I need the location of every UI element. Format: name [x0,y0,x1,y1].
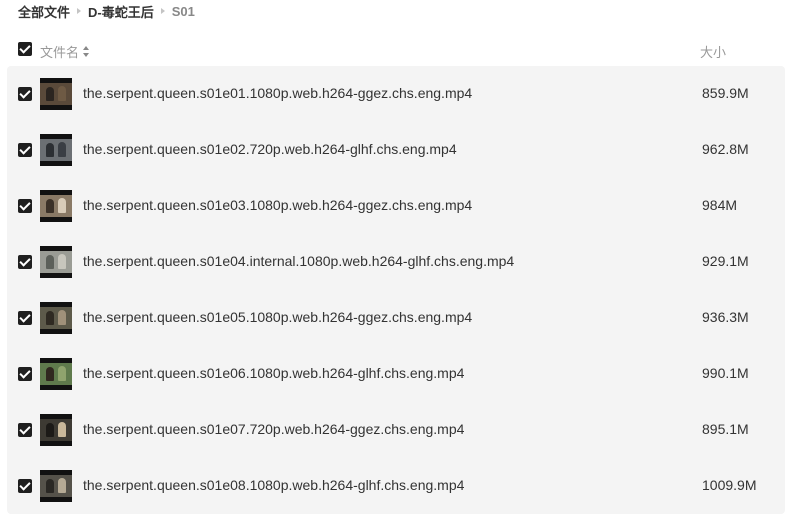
sort-icon [83,46,90,57]
check-icon [19,311,31,323]
breadcrumb-current: S01 [171,3,195,19]
thumbnail-figure [46,367,54,381]
file-row[interactable]: the.serpent.queen.s01e01.1080p.web.h264-… [7,66,785,122]
thumbnail-figure [58,198,66,213]
file-name[interactable]: the.serpent.queen.s01e06.1080p.web.h264-… [83,365,464,381]
file-checkbox[interactable] [18,479,32,493]
check-icon [19,423,31,435]
thumbnail-figure [46,255,54,269]
video-thumbnail [40,358,72,390]
check-icon [19,87,31,99]
thumbnail-figure [58,366,66,381]
check-icon [19,42,31,54]
file-name[interactable]: the.serpent.queen.s01e03.1080p.web.h264-… [83,197,472,213]
file-row[interactable]: the.serpent.queen.s01e06.1080p.web.h264-… [7,346,785,402]
thumbnail-frame [40,195,72,217]
thumbnail-figure [58,478,66,493]
thumbnail-frame [40,139,72,161]
thumbnail-frame [40,475,72,497]
file-list: the.serpent.queen.s01e01.1080p.web.h264-… [7,66,785,514]
file-row[interactable]: the.serpent.queen.s01e04.internal.1080p.… [7,234,785,290]
breadcrumb-folder[interactable]: D-毒蛇王后 [88,2,154,21]
thumbnail-figure [46,479,54,493]
file-size: 1009.9M [702,477,757,493]
file-checkbox[interactable] [18,423,32,437]
thumbnail-figure [58,86,66,101]
file-name[interactable]: the.serpent.queen.s01e07.720p.web.h264-g… [83,421,464,437]
thumbnail-frame [40,419,72,441]
file-checkbox[interactable] [18,367,32,381]
thumbnail-figure [58,142,66,157]
thumbnail-figure [46,199,54,213]
breadcrumb: 全部文件 D-毒蛇王后 S01 [18,2,195,20]
file-size: 895.1M [702,421,749,437]
breadcrumb-separator-icon [160,8,165,14]
thumbnail-figure [58,254,66,269]
file-name[interactable]: the.serpent.queen.s01e08.1080p.web.h264-… [83,477,464,493]
file-size: 936.3M [702,309,749,325]
thumbnail-frame [40,363,72,385]
file-checkbox[interactable] [18,87,32,101]
video-thumbnail [40,246,72,278]
video-thumbnail [40,302,72,334]
thumbnail-figure [46,311,54,325]
video-thumbnail [40,78,72,110]
file-checkbox[interactable] [18,311,32,325]
thumbnail-frame [40,251,72,273]
check-icon [19,199,31,211]
file-size: 984M [702,197,738,213]
file-row[interactable]: the.serpent.queen.s01e05.1080p.web.h264-… [7,290,785,346]
thumbnail-figure [58,422,66,437]
thumbnail-frame [40,307,72,329]
name-column-header: 文件名 [40,45,80,60]
thumbnail-figure [46,423,54,437]
select-all-checkbox[interactable] [18,42,32,56]
check-icon [19,143,31,155]
file-size: 962.8M [702,141,749,157]
file-row[interactable]: the.serpent.queen.s01e07.720p.web.h264-g… [7,402,785,458]
file-size: 859.9M [702,85,749,101]
check-icon [19,479,31,491]
thumbnail-frame [40,83,72,105]
file-checkbox[interactable] [18,199,32,213]
breadcrumb-all-files[interactable]: 全部文件 [18,2,70,21]
file-checkbox[interactable] [18,255,32,269]
thumbnail-figure [46,87,54,101]
check-icon [19,255,31,267]
file-name[interactable]: the.serpent.queen.s01e04.internal.1080p.… [83,253,514,269]
file-name[interactable]: the.serpent.queen.s01e05.1080p.web.h264-… [83,309,472,325]
video-thumbnail [40,470,72,502]
video-thumbnail [40,190,72,222]
file-list-header: 文件名 大小 [0,38,785,62]
file-size: 929.1M [702,253,749,269]
size-column-header[interactable]: 大小 [700,42,726,61]
file-size: 990.1M [702,365,749,381]
video-thumbnail [40,134,72,166]
file-checkbox[interactable] [18,143,32,157]
file-row[interactable]: the.serpent.queen.s01e08.1080p.web.h264-… [7,458,785,514]
file-row[interactable]: the.serpent.queen.s01e02.720p.web.h264-g… [7,122,785,178]
file-name[interactable]: the.serpent.queen.s01e01.1080p.web.h264-… [83,85,472,101]
check-icon [19,367,31,379]
file-row[interactable]: the.serpent.queen.s01e03.1080p.web.h264-… [7,178,785,234]
file-name[interactable]: the.serpent.queen.s01e02.720p.web.h264-g… [83,141,457,157]
thumbnail-figure [46,143,54,157]
video-thumbnail [40,414,72,446]
thumbnail-figure [58,310,66,325]
breadcrumb-separator-icon [77,8,82,14]
sort-by-name[interactable]: 文件名 [40,42,90,61]
